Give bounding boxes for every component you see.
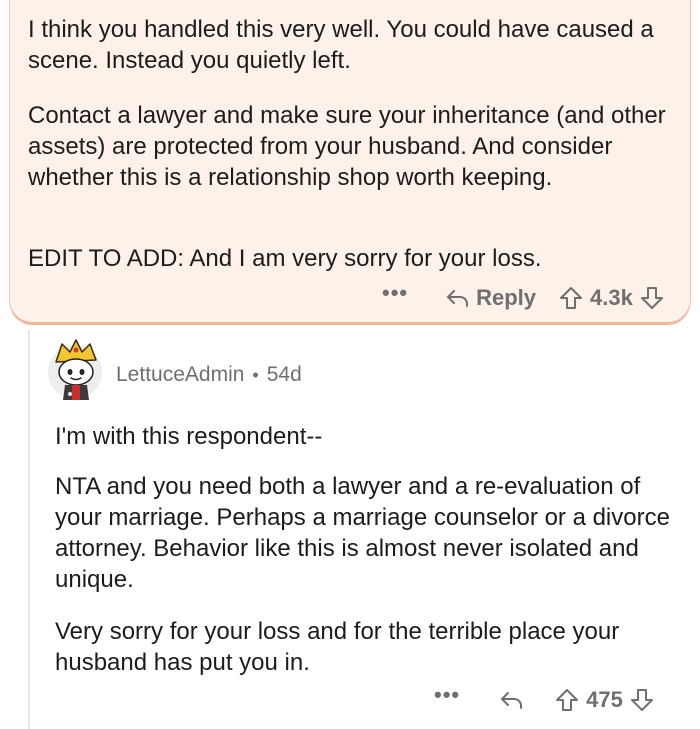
comment-paragraph: NTA and you need both a lawyer and a re-… bbox=[55, 473, 670, 593]
reply-button[interactable]: Reply bbox=[444, 285, 558, 311]
vote-count: 475 bbox=[586, 687, 623, 712]
comment-paragraph: I think you handled this very well. You … bbox=[28, 16, 654, 74]
meta-separator: • bbox=[252, 364, 259, 385]
more-options-button[interactable]: ••• bbox=[382, 282, 408, 304]
downvote-arrow-icon[interactable] bbox=[639, 285, 665, 311]
upvote-arrow-icon[interactable] bbox=[554, 687, 580, 713]
comment-paragraph: EDIT TO ADD: And I am very sorry for you… bbox=[28, 245, 542, 272]
comment-action-bar: ••• Reply 4.3k bbox=[382, 280, 665, 316]
snoo-avatar-icon[interactable] bbox=[46, 338, 104, 402]
reply-button[interactable] bbox=[498, 687, 524, 713]
highlighted-comment: I think you handled this very well. You … bbox=[10, 0, 690, 322]
reply-arrow-icon bbox=[498, 687, 524, 713]
comment-action-bar: ••• 475 bbox=[434, 682, 655, 718]
comment-paragraph: Contact a lawyer and make sure your inhe… bbox=[28, 102, 666, 191]
upvote-arrow-icon[interactable] bbox=[558, 285, 584, 311]
comment-paragraph: I'm with this respondent-- bbox=[55, 423, 323, 450]
reply-label: Reply bbox=[476, 285, 537, 310]
author-username[interactable]: LettuceAdmin bbox=[116, 363, 244, 387]
comment-paragraph: Very sorry for your loss and for the ter… bbox=[55, 618, 620, 676]
comment-meta: LettuceAdmin • 54d bbox=[116, 363, 302, 387]
reply-arrow-icon bbox=[444, 285, 470, 311]
vote-count: 4.3k bbox=[590, 285, 633, 310]
downvote-arrow-icon[interactable] bbox=[629, 687, 655, 713]
comment-age: 54d bbox=[266, 363, 302, 386]
more-options-button[interactable]: ••• bbox=[434, 684, 460, 706]
thread-line[interactable] bbox=[28, 330, 30, 729]
